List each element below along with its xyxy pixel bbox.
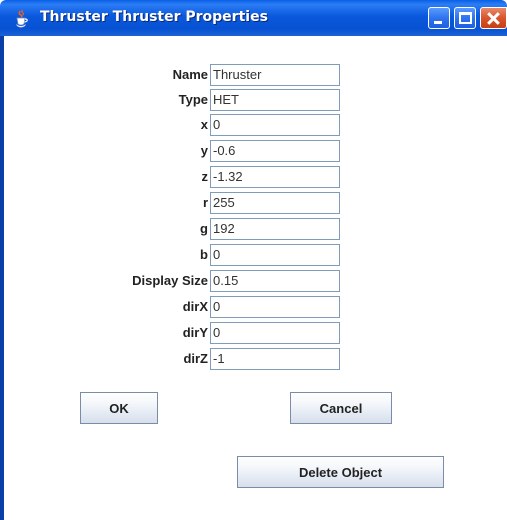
field-label-z: z — [201, 169, 209, 184]
field-label-display-size: Display Size — [132, 273, 208, 288]
dirz-field[interactable]: -1 — [210, 348, 340, 370]
field-label-dirx: dirX — [182, 299, 208, 314]
g-field[interactable]: 192 — [210, 218, 340, 240]
field-label-dirz: dirZ — [183, 351, 208, 366]
maximize-icon[interactable] — [454, 7, 476, 29]
b-field[interactable]: 0 — [210, 244, 340, 266]
g-label-box: g — [0, 218, 208, 240]
dirz-label-box: dirZ — [0, 348, 208, 370]
dirx-label-box: dirX — [0, 296, 208, 318]
type-label-box: Type — [0, 89, 208, 111]
field-label-g: g — [200, 221, 208, 236]
diry-field[interactable]: 0 — [210, 322, 340, 344]
cancel-button[interactable]: Cancel — [290, 392, 392, 424]
r-label-box: r — [0, 192, 208, 214]
display-size-label-box: Display Size — [0, 270, 208, 292]
x-label-box: x — [0, 114, 208, 136]
y-field[interactable]: -0.6 — [210, 140, 340, 162]
z-field[interactable]: -1.32 — [210, 166, 340, 188]
title-bar[interactable]: Thruster Thruster Properties — [0, 0, 507, 36]
r-field[interactable]: 255 — [210, 192, 340, 214]
field-label-r: r — [202, 195, 208, 210]
field-label-y: y — [200, 143, 208, 158]
dirx-field[interactable]: 0 — [210, 296, 340, 318]
field-label-x: x — [200, 117, 208, 132]
java-cup-icon — [16, 9, 28, 28]
properties-dialog: Thruster Thruster Properties Name Thrust… — [0, 0, 507, 520]
field-label-name: Name — [172, 67, 208, 82]
type-field[interactable]: HET — [210, 89, 340, 111]
display-size-field[interactable]: 0.15 — [210, 270, 340, 292]
x-field[interactable]: 0 — [210, 114, 340, 136]
name-field[interactable]: Thruster — [210, 64, 340, 86]
minimize-icon[interactable] — [428, 7, 450, 29]
y-label-box: y — [0, 140, 208, 162]
name-label-box: Name — [0, 64, 208, 86]
diry-label-box: dirY — [0, 322, 208, 344]
close-icon[interactable] — [480, 7, 507, 29]
b-label-box: b — [0, 244, 208, 266]
field-label-diry: dirY — [182, 325, 208, 340]
ok-button[interactable]: OK — [80, 392, 158, 424]
delete-object-button[interactable]: Delete Object — [237, 456, 444, 488]
window-title: Thruster Thruster Properties — [40, 9, 268, 25]
field-label-type: Type — [178, 92, 208, 107]
z-label-box: z — [0, 166, 209, 188]
field-label-b: b — [200, 247, 208, 262]
